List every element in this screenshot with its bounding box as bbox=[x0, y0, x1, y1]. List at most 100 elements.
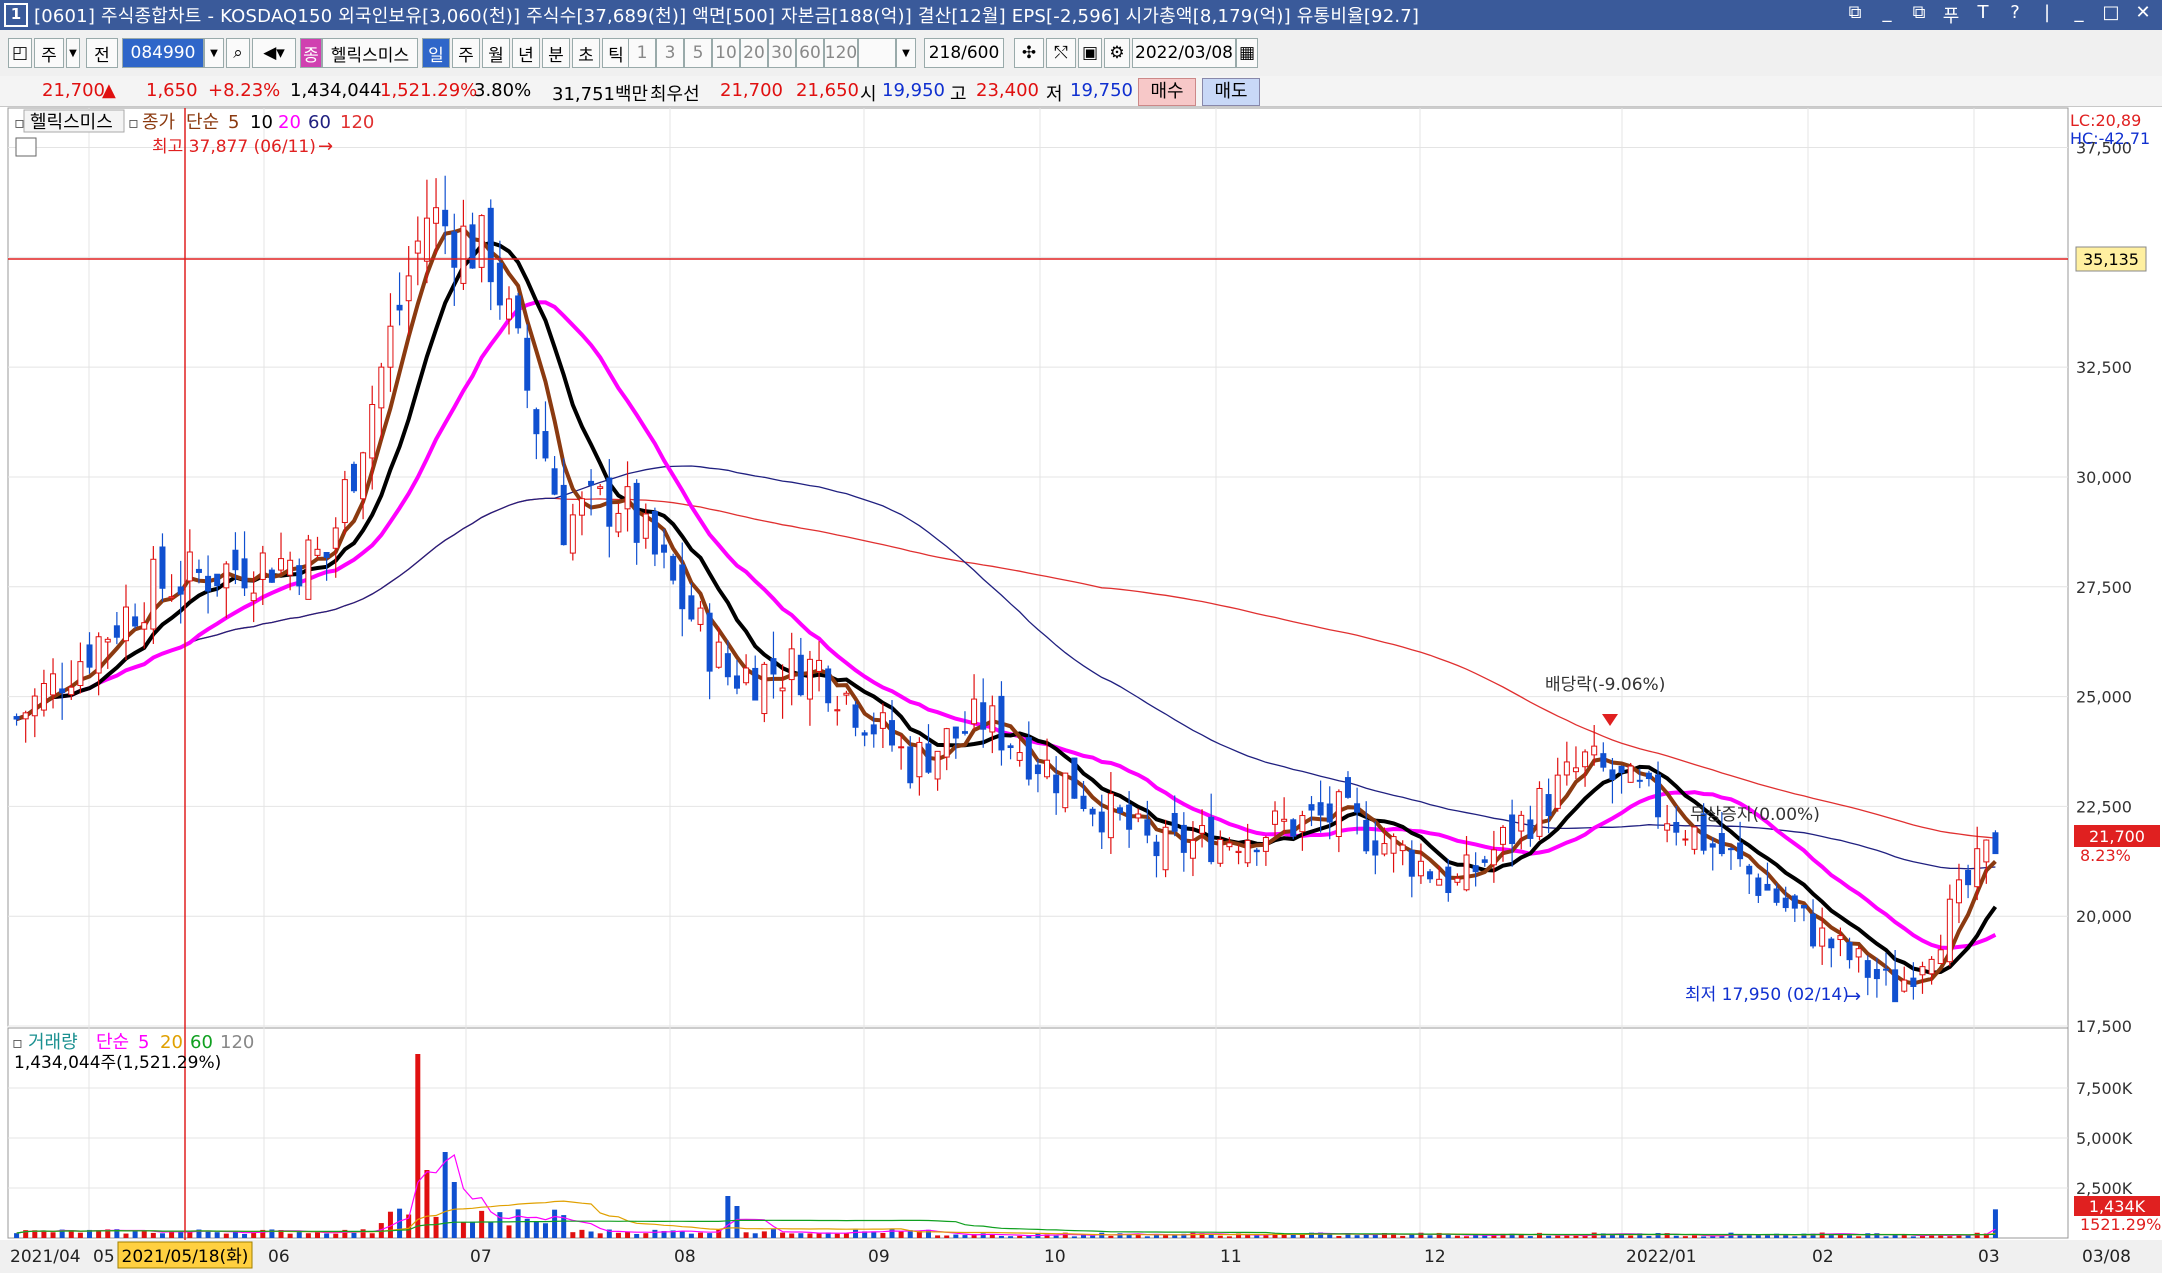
candle-body bbox=[177, 586, 184, 595]
volume-bar bbox=[50, 1232, 56, 1238]
volume-bar bbox=[488, 1222, 494, 1238]
candle-body bbox=[1490, 849, 1497, 866]
candle-body bbox=[852, 704, 859, 728]
candle-body bbox=[706, 612, 713, 672]
candle-body bbox=[469, 224, 476, 269]
candle-body bbox=[1591, 745, 1598, 756]
candle-body bbox=[1335, 791, 1342, 838]
candle-body bbox=[396, 304, 403, 311]
candle-body bbox=[1317, 802, 1324, 816]
candle-body bbox=[1545, 794, 1552, 817]
vol-legend-ma60: 60 bbox=[190, 1032, 213, 1053]
volume-bar bbox=[1008, 1236, 1014, 1238]
volume-bar bbox=[1254, 1235, 1260, 1238]
volume-bar bbox=[761, 1231, 767, 1238]
candle-body bbox=[487, 207, 494, 283]
candle-body bbox=[843, 692, 850, 696]
volume-bar bbox=[597, 1233, 603, 1238]
vol-legend-ma20: 20 bbox=[160, 1032, 183, 1053]
candle-body bbox=[1965, 869, 1972, 886]
volume-bar bbox=[1910, 1236, 1916, 1238]
candle-body bbox=[1627, 765, 1634, 783]
candle-body bbox=[961, 731, 968, 734]
vol-legend-method: 단순 bbox=[96, 1032, 129, 1053]
candle-body bbox=[1071, 757, 1078, 799]
candle-body bbox=[1709, 843, 1716, 848]
candle-body bbox=[1937, 949, 1944, 965]
candle-body bbox=[688, 595, 695, 620]
volume-bar bbox=[1527, 1236, 1533, 1238]
stock-chart[interactable]: 37,50035,00032,50030,00027,50025,00022,5… bbox=[0, 0, 2162, 1273]
candle-body bbox=[1727, 848, 1734, 851]
candle-body bbox=[442, 209, 449, 227]
candle-body bbox=[1810, 913, 1817, 947]
volume-bar bbox=[460, 1222, 466, 1238]
candle-body bbox=[1746, 865, 1753, 875]
candle-body bbox=[1253, 849, 1260, 853]
candle-body bbox=[806, 658, 813, 700]
volume-bar bbox=[305, 1233, 311, 1238]
candle-body bbox=[1682, 838, 1689, 841]
candle-body bbox=[1445, 866, 1452, 894]
volume-bar bbox=[1090, 1235, 1096, 1238]
x-axis-label: 07 bbox=[470, 1247, 492, 1267]
candle-body bbox=[250, 592, 257, 602]
candle-body bbox=[259, 552, 266, 580]
volume-bar bbox=[935, 1235, 941, 1238]
volume-bar bbox=[1692, 1235, 1698, 1238]
candle-body bbox=[1162, 826, 1169, 871]
candle-body bbox=[506, 298, 512, 320]
candle-body bbox=[1244, 839, 1251, 864]
legend-ma10: 10 bbox=[250, 112, 273, 133]
candle-body bbox=[86, 644, 93, 668]
candle-body bbox=[50, 673, 57, 696]
vol-tick-label: 7,500K bbox=[2076, 1079, 2133, 1098]
vol-tick-label: 5,000K bbox=[2076, 1129, 2133, 1148]
candle-body bbox=[1025, 737, 1032, 780]
candle-body bbox=[1217, 838, 1224, 864]
y-tick-label: 32,500 bbox=[2076, 358, 2132, 377]
candle-body bbox=[925, 743, 932, 773]
volume-bar bbox=[1536, 1232, 1542, 1238]
volume-bar bbox=[798, 1233, 804, 1238]
candle-body bbox=[1290, 819, 1297, 837]
volume-bar bbox=[333, 1233, 339, 1238]
vol-tick-label: 2,500K bbox=[2076, 1179, 2133, 1198]
arrow-right-icon: → bbox=[1846, 986, 1861, 1007]
volume-bar bbox=[351, 1232, 357, 1238]
volume-bar bbox=[214, 1232, 220, 1238]
volume-bar bbox=[707, 1233, 713, 1238]
volume-bar bbox=[752, 1233, 758, 1238]
y-tick-label: 20,000 bbox=[2076, 907, 2132, 926]
candle-body bbox=[1436, 878, 1443, 886]
x-axis-label: 02 bbox=[1812, 1247, 1834, 1267]
volume-bar bbox=[1217, 1235, 1223, 1238]
candle-body bbox=[989, 705, 996, 733]
table-icon[interactable] bbox=[15, 137, 37, 157]
candle-body bbox=[560, 484, 567, 546]
candle-body bbox=[323, 551, 330, 558]
y-tick-label: 25,000 bbox=[2076, 688, 2132, 707]
candle-body bbox=[834, 709, 841, 712]
candle-body bbox=[451, 231, 458, 268]
candle-body bbox=[1098, 811, 1105, 833]
x-axis-label: 12 bbox=[1424, 1247, 1446, 1267]
candle-body bbox=[1262, 837, 1269, 852]
volume-bar bbox=[743, 1232, 749, 1238]
candle-body bbox=[168, 596, 175, 599]
candle-body bbox=[1381, 843, 1388, 855]
candle-body bbox=[697, 607, 704, 625]
candle-body bbox=[341, 479, 348, 524]
y-tick-label: 22,500 bbox=[2076, 797, 2132, 816]
candle-body bbox=[1554, 774, 1561, 809]
legend-method: 단순 bbox=[186, 112, 219, 133]
volume-bar bbox=[1071, 1236, 1077, 1238]
candle-body bbox=[1919, 966, 1926, 976]
volume-bar bbox=[725, 1196, 731, 1238]
volume-bar bbox=[953, 1234, 959, 1238]
candle-body bbox=[578, 498, 585, 516]
candle-body bbox=[1171, 812, 1178, 832]
candle-body bbox=[1518, 814, 1525, 832]
candle-body bbox=[1828, 938, 1835, 949]
candle-body bbox=[1417, 860, 1424, 877]
